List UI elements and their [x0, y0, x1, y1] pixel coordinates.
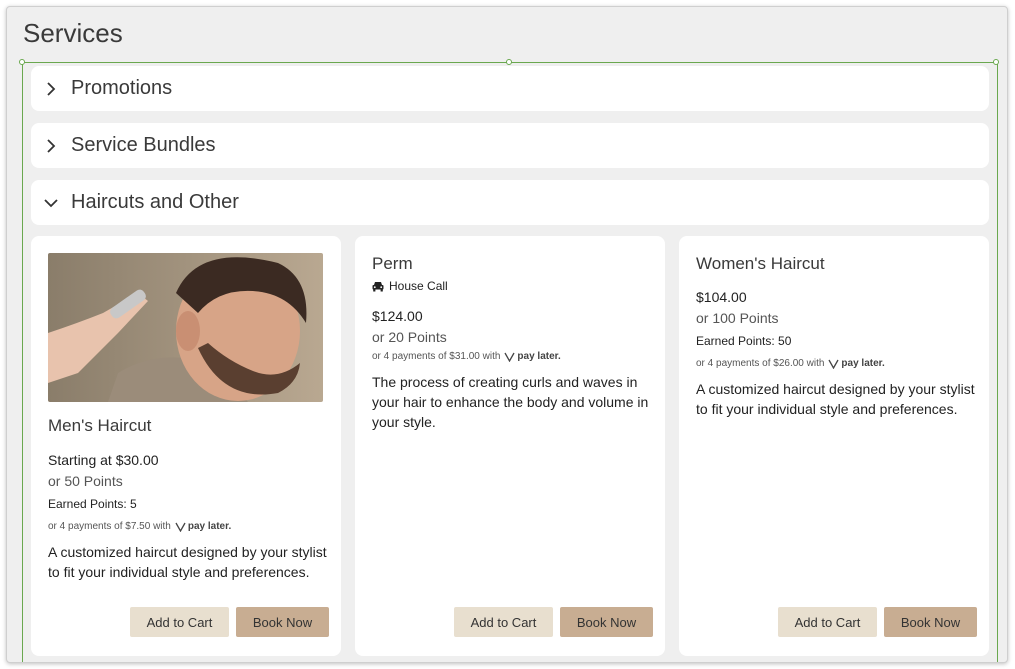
- paylater-logo: pay later.: [504, 351, 561, 362]
- service-description: The process of creating curls and waves …: [372, 374, 649, 430]
- service-card-mens-haircut: Men's Haircut Starting at $30.00 or 50 P…: [31, 236, 341, 656]
- service-description: A customized haircut designed by your st…: [696, 381, 975, 417]
- paylater-brand: pay later.: [841, 358, 885, 369]
- paylater-text: or 4 payments of $31.00 with: [372, 351, 501, 362]
- chevron-right-icon: [43, 81, 59, 97]
- book-now-button[interactable]: Book Now: [884, 607, 977, 637]
- paylater-text: or 4 payments of $7.50 with: [48, 521, 171, 532]
- service-card-womens-haircut: Women's Haircut $104.00 or 100 Points Ea…: [679, 236, 989, 656]
- section-promotions[interactable]: Promotions: [31, 66, 989, 111]
- service-name: Women's Haircut: [696, 254, 825, 273]
- section-service-bundles[interactable]: Service Bundles: [31, 123, 989, 168]
- service-price: $124.00: [372, 308, 423, 324]
- resize-handle-right[interactable]: [993, 59, 999, 65]
- service-name: Perm: [372, 254, 413, 273]
- paylater-icon: [828, 359, 839, 369]
- paylater-brand: pay later.: [517, 351, 561, 362]
- paylater-logo: pay later.: [175, 521, 231, 532]
- service-points: or 100 Points: [696, 310, 779, 326]
- paylater-logo: pay later.: [828, 358, 885, 369]
- chevron-right-icon: [43, 138, 59, 154]
- service-description: A customized haircut designed by your st…: [48, 544, 327, 580]
- paylater-text: or 4 payments of $26.00 with: [696, 358, 825, 369]
- add-to-cart-button[interactable]: Add to Cart: [454, 607, 553, 637]
- service-price: Starting at $30.00: [48, 452, 159, 468]
- page-title: Services: [23, 18, 123, 48]
- add-to-cart-button[interactable]: Add to Cart: [130, 607, 229, 637]
- book-now-button[interactable]: Book Now: [236, 607, 329, 637]
- service-name: Men's Haircut: [48, 416, 152, 435]
- services-panel: Services Promotions Service Bundles Hair…: [6, 6, 1008, 663]
- paylater-info: or 4 payments of $31.00 with pay later.: [372, 351, 561, 362]
- section-label: Service Bundles: [71, 134, 216, 156]
- earned-points: Earned Points: 5: [48, 497, 137, 511]
- car-icon: [372, 281, 384, 291]
- service-photo: [48, 253, 323, 402]
- service-points: or 20 Points: [372, 329, 447, 345]
- service-price: $104.00: [696, 289, 747, 305]
- earned-points: Earned Points: 50: [696, 334, 792, 348]
- house-call-badge: House Call: [372, 279, 448, 293]
- service-card-perm: Perm House Call $124.00 or 20 Points or …: [355, 236, 665, 656]
- service-points: or 50 Points: [48, 473, 123, 489]
- section-label: Promotions: [71, 77, 173, 99]
- section-haircuts-and-other[interactable]: Haircuts and Other: [31, 180, 989, 225]
- paylater-icon: [504, 352, 515, 362]
- resize-handle-top[interactable]: [506, 59, 512, 65]
- add-to-cart-button[interactable]: Add to Cart: [778, 607, 877, 637]
- paylater-brand: pay later.: [187, 521, 232, 532]
- book-now-button[interactable]: Book Now: [560, 607, 653, 637]
- chevron-down-icon: [43, 195, 59, 211]
- paylater-info: or 4 payments of $7.50 with pay later.: [48, 521, 231, 532]
- paylater-icon: [175, 522, 186, 532]
- resize-handle-left[interactable]: [19, 59, 25, 65]
- house-call-label: House Call: [389, 279, 448, 293]
- section-label: Haircuts and Other: [71, 191, 239, 213]
- paylater-info: or 4 payments of $26.00 with pay later.: [696, 358, 885, 369]
